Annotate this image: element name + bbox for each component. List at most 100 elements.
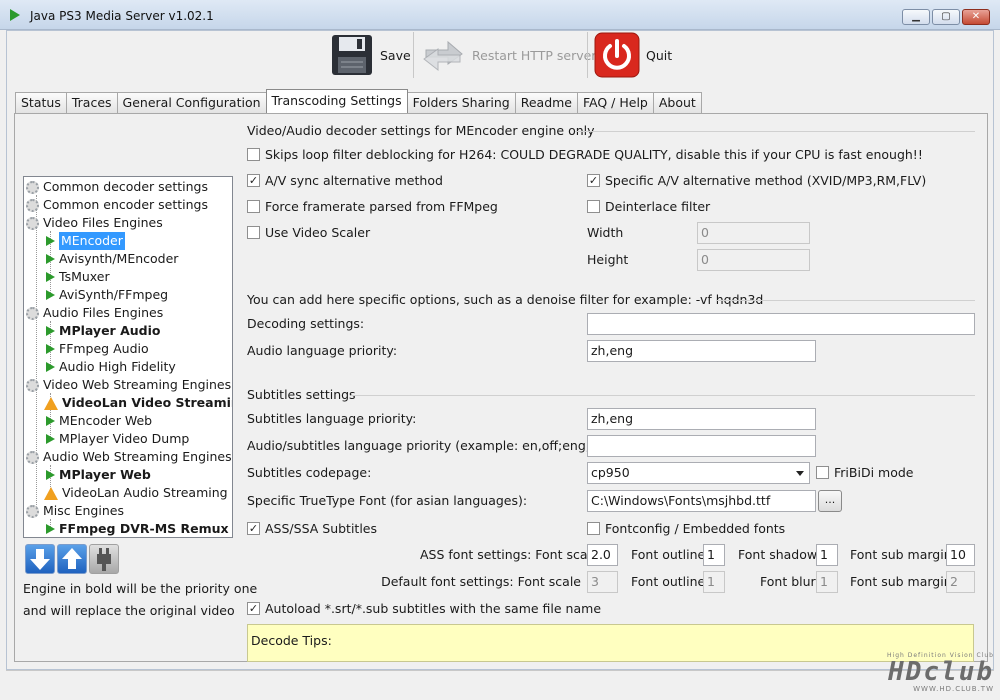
tab-folders-sharing[interactable]: Folders Sharing: [406, 92, 516, 113]
tree-item[interactable]: Common decoder settings: [26, 178, 208, 196]
audio-language-input[interactable]: zh,eng: [587, 340, 816, 362]
save-button[interactable]: Save: [330, 32, 411, 78]
default-font-margin-label: Font sub margin: [850, 574, 952, 589]
truetype-font-input[interactable]: C:\Windows\Fonts\msjhbd.ttf: [587, 490, 816, 512]
watermark-brand: HDclub: [888, 657, 994, 687]
ass-font-shadow-input[interactable]: 1: [816, 544, 838, 566]
width-input[interactable]: 0: [697, 222, 810, 244]
ass-ssa-checkbox[interactable]: ✓ ASS/SSA Subtitles: [247, 521, 377, 536]
play-icon: [46, 290, 55, 300]
default-font-margin-input[interactable]: 2: [946, 571, 975, 593]
autoload-subtitles-checkbox[interactable]: ✓ Autoload *.srt/*.sub subtitles with the…: [247, 601, 601, 616]
tree-item-label: Common decoder settings: [43, 179, 209, 194]
default-font-blur-label: Font blur: [760, 574, 816, 589]
tree-item[interactable]: MPlayer Web: [44, 466, 151, 484]
decoding-settings-label: Decoding settings:: [247, 316, 365, 331]
decode-tips-label: Decode Tips:: [251, 633, 332, 648]
tree-item[interactable]: MPlayer Audio: [44, 322, 160, 340]
decoding-settings-input[interactable]: [587, 313, 975, 335]
use-scaler-checkbox[interactable]: Use Video Scaler: [247, 225, 370, 240]
checkbox-box-checked: ✓: [247, 602, 260, 615]
tree-item[interactable]: MPlayer Video Dump: [44, 430, 189, 448]
tab-readme[interactable]: Readme: [514, 92, 578, 113]
ass-font-scale-input[interactable]: 2.0: [587, 544, 618, 566]
specific-av-checkbox[interactable]: ✓ Specific A/V alternative method (XVID/M…: [587, 173, 926, 188]
play-icon: [46, 434, 55, 444]
refresh-arrows-icon: [423, 40, 463, 72]
tab-bar: Status Traces General Configuration Transco…: [15, 89, 702, 114]
toggle-engine-button[interactable]: [89, 544, 119, 574]
tree-item[interactable]: Video Web Streaming Engines: [26, 376, 231, 394]
audio-subtitles-priority-input[interactable]: [587, 435, 816, 457]
force-framerate-checkbox[interactable]: Force framerate parsed from FFMpeg: [247, 199, 498, 214]
tab-general-configuration[interactable]: General Configuration: [116, 92, 267, 113]
ass-font-margin-input[interactable]: 10: [946, 544, 975, 566]
maximize-button[interactable]: ▢: [932, 9, 960, 25]
tree-item[interactable]: VideoLan Video Streaming: [44, 394, 232, 412]
fribidi-label: FriBiDi mode: [834, 465, 914, 480]
tab-traces[interactable]: Traces: [65, 92, 118, 113]
tree-item[interactable]: MEncoder: [44, 232, 125, 250]
default-font-scale-input[interactable]: 3: [587, 571, 618, 593]
ass-font-outline-input[interactable]: 1: [703, 544, 725, 566]
subtitles-language-input[interactable]: zh,eng: [587, 408, 816, 430]
tab-status[interactable]: Status: [15, 92, 67, 113]
move-up-button[interactable]: [57, 544, 87, 574]
tree-item[interactable]: Video Files Engines: [26, 214, 163, 232]
tree-item-label: TsMuxer: [59, 269, 110, 284]
tree-item-label: FFmpeg Audio: [59, 341, 149, 356]
height-input[interactable]: 0: [697, 249, 810, 271]
quit-button[interactable]: Quit: [594, 32, 672, 78]
tab-transcoding-settings[interactable]: Transcoding Settings: [265, 89, 408, 113]
chevron-down-icon: [796, 471, 804, 476]
fontconfig-checkbox[interactable]: Fontconfig / Embedded fonts: [587, 521, 785, 536]
default-font-blur-input[interactable]: 1: [816, 571, 838, 593]
subtitles-codepage-select[interactable]: cp950: [587, 462, 810, 484]
tree-item[interactable]: Common encoder settings: [26, 196, 208, 214]
skip-loop-filter-checkbox[interactable]: Skips loop filter deblocking for H264: C…: [247, 147, 923, 162]
tree-item[interactable]: Audio Files Engines: [26, 304, 163, 322]
av-sync-checkbox[interactable]: ✓ A/V sync alternative method: [247, 173, 443, 188]
autoload-label: Autoload *.srt/*.sub subtitles with the …: [265, 601, 602, 616]
fribidi-checkbox[interactable]: FriBiDi mode: [816, 465, 913, 480]
codepage-value: cp950: [591, 465, 630, 480]
minimize-button[interactable]: ▁: [902, 9, 930, 25]
use-scaler-label: Use Video Scaler: [265, 225, 371, 240]
tab-about[interactable]: About: [652, 92, 702, 113]
tree-item[interactable]: Audio High Fidelity: [44, 358, 176, 376]
power-icon: [594, 32, 640, 78]
tree-item[interactable]: Avisynth/MEncoder: [44, 250, 178, 268]
deinterlace-checkbox[interactable]: Deinterlace filter: [587, 199, 710, 214]
tree-item[interactable]: FFmpeg Audio: [44, 340, 149, 358]
gear-icon: [26, 216, 39, 230]
close-button[interactable]: ✕: [962, 9, 990, 25]
checkbox-box: [587, 200, 600, 213]
move-down-button[interactable]: [25, 544, 55, 574]
tree-item[interactable]: Audio Web Streaming Engines: [26, 448, 232, 466]
tree-item-label: Audio Web Streaming Engines: [43, 449, 232, 464]
title-bar: Java PS3 Media Server v1.02.1 ▁ ▢ ✕: [0, 0, 1000, 30]
tree-item-label: MEncoder Web: [59, 413, 153, 428]
subtitles-codepage-label: Subtitles codepage:: [247, 465, 372, 480]
checkbox-box-checked: ✓: [587, 174, 600, 187]
force-framerate-label: Force framerate parsed from FFMpeg: [265, 199, 498, 214]
tree-item[interactable]: MEncoder Web: [44, 412, 152, 430]
tree-item[interactable]: VideoLan Audio Streaming: [44, 484, 228, 502]
tree-item[interactable]: AviSynth/FFmpeg: [44, 286, 168, 304]
tree-item-label: AviSynth/FFmpeg: [59, 287, 169, 302]
restart-http-server-button[interactable]: Restart HTTP server: [420, 32, 596, 78]
tree-item[interactable]: TsMuxer: [44, 268, 110, 286]
section-divider: [575, 131, 975, 132]
tree-item-label: Audio High Fidelity: [59, 359, 176, 374]
section-divider: [351, 395, 975, 396]
subtitles-language-label: Subtitles language priority:: [247, 411, 417, 426]
tree-item[interactable]: FFmpeg DVR-MS Remux: [44, 520, 229, 537]
engine-tree[interactable]: Common decoder settings Common encoder se…: [23, 176, 233, 538]
quit-label: Quit: [646, 47, 673, 63]
default-font-outline-input[interactable]: 1: [703, 571, 725, 593]
checkbox-box: [587, 522, 600, 535]
tree-item-label: MEncoder: [59, 232, 125, 250]
browse-font-button[interactable]: ...: [818, 490, 842, 512]
tree-item[interactable]: Misc Engines: [26, 502, 124, 520]
tab-faq-help[interactable]: FAQ / Help: [577, 92, 654, 113]
